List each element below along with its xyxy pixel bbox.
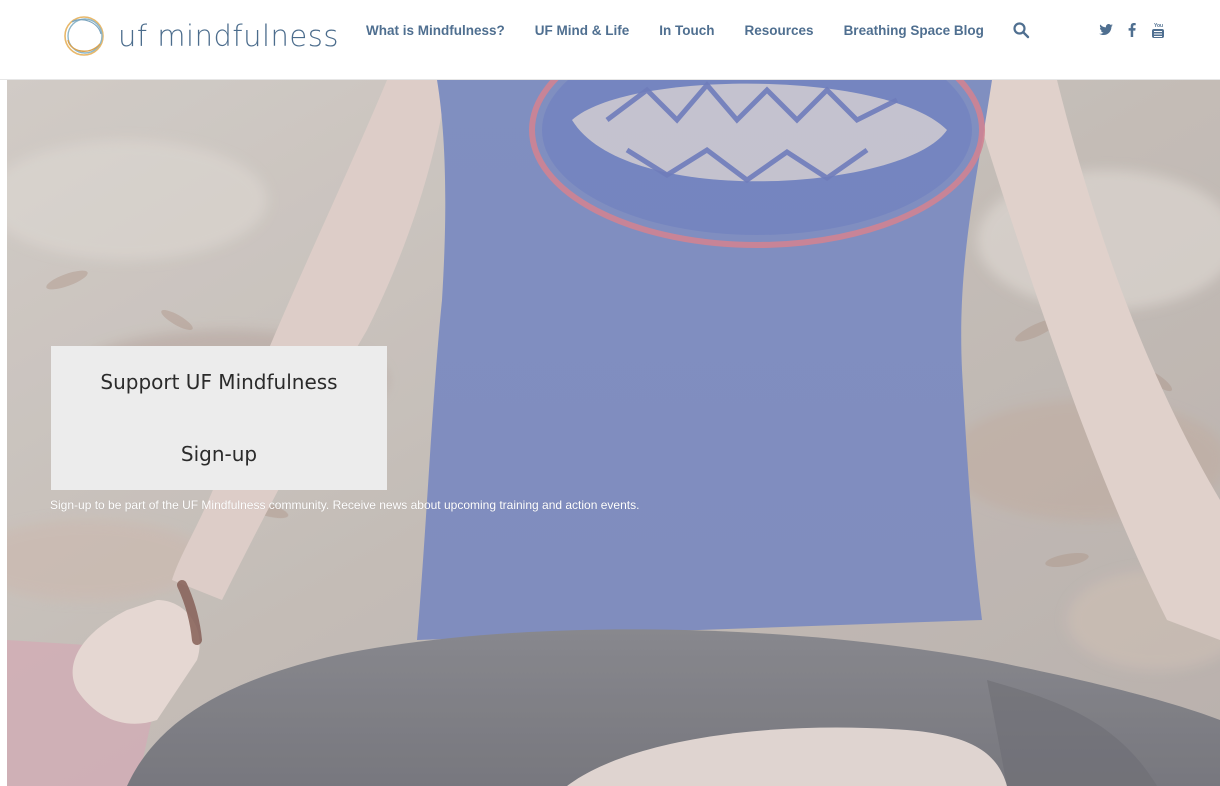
nav-item-resources[interactable]: Resources: [745, 23, 814, 38]
main-nav: What is Mindfulness? UF Mind & Life In T…: [366, 0, 1030, 60]
social-links: You: [1098, 0, 1176, 60]
hero-banner: Support UF Mindfulness Sign-up Sign-up t…: [7, 80, 1220, 786]
facebook-icon[interactable]: [1124, 21, 1140, 39]
site-header: uf mindfulness What is Mindfulness? UF M…: [0, 0, 1220, 80]
site-logo[interactable]: uf mindfulness: [62, 6, 339, 66]
search-icon[interactable]: [1012, 21, 1030, 39]
logo-circle-icon: [64, 16, 104, 56]
svg-text:You: You: [1154, 23, 1163, 29]
nav-item-in-touch[interactable]: In Touch: [659, 23, 714, 38]
nav-item-what-is-mindfulness[interactable]: What is Mindfulness?: [366, 23, 505, 38]
twitter-icon[interactable]: [1098, 21, 1114, 39]
site-name: uf mindfulness: [118, 18, 339, 53]
youtube-icon[interactable]: You: [1150, 21, 1166, 39]
support-uf-mindfulness-button[interactable]: Support UF Mindfulness: [51, 346, 387, 418]
sign-up-caption: Sign-up to be part of the UF Mindfulness…: [50, 498, 640, 512]
nav-item-uf-mind-life[interactable]: UF Mind & Life: [535, 23, 630, 38]
nav-item-breathing-space-blog[interactable]: Breathing Space Blog: [844, 23, 984, 38]
sign-up-button[interactable]: Sign-up: [51, 418, 387, 490]
